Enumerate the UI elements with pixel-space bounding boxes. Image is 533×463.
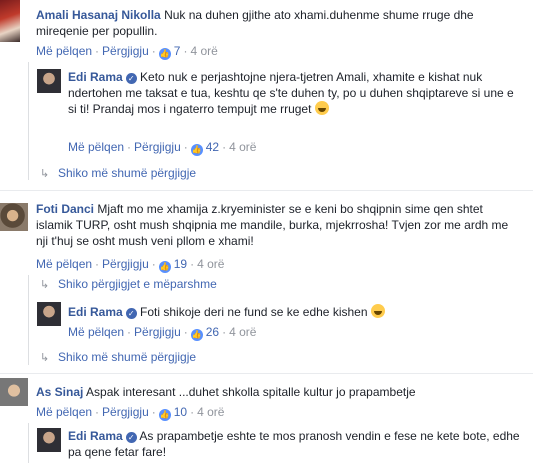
divider bbox=[0, 373, 533, 374]
grinning-emoji-icon bbox=[370, 304, 385, 318]
verified-badge-icon: ✓ bbox=[125, 308, 137, 319]
reply-author[interactable]: Edi Rama bbox=[68, 70, 123, 84]
divider bbox=[0, 190, 533, 191]
timestamp[interactable]: 4 orë bbox=[229, 325, 256, 339]
avatar[interactable] bbox=[37, 302, 61, 326]
comment-actions: Më pëlqen · Përgjigju · 👍 10 · 4 orë bbox=[36, 405, 225, 421]
comment-body: Amali Hasanaj Nikolla Nuk na duhen gjith… bbox=[36, 7, 506, 39]
like-link[interactable]: Më pëlqen bbox=[68, 325, 124, 339]
comment-body: Foti Danci Mjaft mo me xhamija z.kryemin… bbox=[36, 201, 511, 249]
reply-author[interactable]: Edi Rama bbox=[68, 429, 123, 443]
comment-text: Mjaft mo me xhamija z.kryeminister se e … bbox=[36, 202, 509, 248]
timestamp[interactable]: 4 orë bbox=[229, 140, 256, 154]
reply-text: Foti shikoje deri ne fund se ke edhe kis… bbox=[140, 305, 368, 319]
verified-badge-icon: ✓ bbox=[125, 73, 137, 84]
verified-badge-icon: ✓ bbox=[125, 432, 137, 443]
timestamp[interactable]: 4 orë bbox=[190, 44, 217, 58]
timestamp[interactable]: 4 orë bbox=[197, 405, 224, 419]
reply-body: Edi Rama ✓ As prapambetje eshte te mos pr… bbox=[68, 428, 520, 460]
reply-body: Edi Rama ✓ Keto nuk e perjashtojne njera-… bbox=[68, 69, 520, 117]
avatar[interactable] bbox=[0, 378, 28, 406]
avatar[interactable] bbox=[0, 203, 28, 231]
reaction-count[interactable]: 7 bbox=[174, 44, 181, 58]
comment-author[interactable]: As Sinaj bbox=[36, 385, 83, 399]
like-link[interactable]: Më pëlqen bbox=[68, 140, 124, 154]
thumbs-up-icon: 👍 bbox=[190, 329, 203, 341]
reaction-count[interactable]: 10 bbox=[174, 405, 187, 419]
comment-actions: Më pëlqen · Përgjigju · 👍 7 · 4 orë bbox=[36, 44, 218, 60]
reply-link[interactable]: Përgjigju bbox=[102, 405, 149, 419]
thumbs-up-icon: 👍 bbox=[158, 261, 171, 273]
like-link[interactable]: Më pëlqen bbox=[36, 44, 92, 58]
comment-author[interactable]: Amali Hasanaj Nikolla bbox=[36, 8, 161, 22]
reply-arrow-icon: ↳ bbox=[40, 168, 50, 180]
comment-author[interactable]: Foti Danci bbox=[36, 202, 94, 216]
view-more-replies[interactable]: ↳ Shiko më shumë përgjigje bbox=[40, 349, 196, 366]
reply-link[interactable]: Përgjigju bbox=[102, 257, 149, 271]
reaction-count[interactable]: 26 bbox=[206, 325, 219, 339]
thumbs-up-icon: 👍 bbox=[158, 409, 171, 421]
thread-line bbox=[28, 275, 29, 365]
reply-link[interactable]: Përgjigju bbox=[134, 325, 181, 339]
reply-arrow-icon: ↳ bbox=[40, 352, 50, 364]
reply-author[interactable]: Edi Rama bbox=[68, 305, 123, 319]
reaction-count[interactable]: 19 bbox=[174, 257, 187, 271]
thread-line bbox=[28, 62, 29, 180]
thumbs-up-icon: 👍 bbox=[190, 144, 203, 156]
thumbs-up-icon: 👍 bbox=[158, 48, 171, 60]
view-more-replies[interactable]: ↳ Shiko më shumë përgjigje bbox=[40, 165, 196, 182]
timestamp[interactable]: 4 orë bbox=[197, 257, 224, 271]
reply-arrow-icon: ↳ bbox=[40, 279, 50, 291]
reply-body: Edi Rama ✓ Foti shikoje deri ne fund se k… bbox=[68, 304, 520, 320]
reaction-count[interactable]: 42 bbox=[206, 140, 219, 154]
avatar[interactable] bbox=[0, 0, 20, 42]
reply-link[interactable]: Përgjigju bbox=[102, 44, 149, 58]
comment-body: As Sinaj Aspak interesant ...duhet shkol… bbox=[36, 384, 516, 400]
thread-line bbox=[28, 423, 29, 463]
comment-actions: Më pëlqen · Përgjigju · 👍 19 · 4 orë bbox=[36, 257, 225, 273]
comment-text: Aspak interesant ...duhet shkolla spital… bbox=[86, 385, 416, 399]
like-link[interactable]: Më pëlqen bbox=[36, 257, 92, 271]
reply-actions: Më pëlqen · Përgjigju · 👍 26 · 4 orë bbox=[68, 325, 257, 341]
avatar[interactable] bbox=[37, 428, 61, 452]
avatar[interactable] bbox=[37, 69, 61, 93]
reply-actions: Më pëlqen · Përgjigju · 👍 42 · 4 orë bbox=[68, 140, 257, 156]
reply-link[interactable]: Përgjigju bbox=[134, 140, 181, 154]
view-previous-replies[interactable]: ↳ Shiko përgjigjet e mëparshme bbox=[40, 276, 217, 293]
grinning-emoji-icon bbox=[314, 101, 329, 115]
like-link[interactable]: Më pëlqen bbox=[36, 405, 92, 419]
